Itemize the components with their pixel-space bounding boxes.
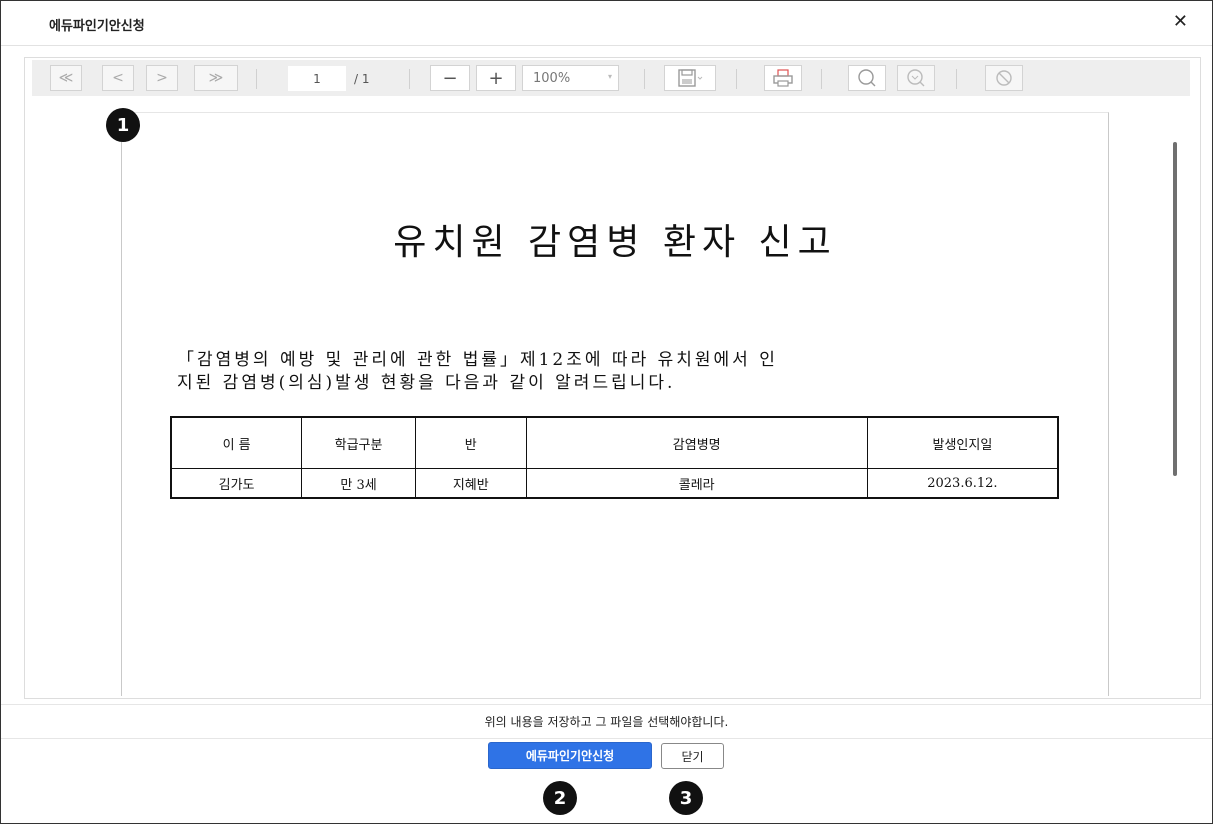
dialog-titlebar: 에듀파인기안신청 ✕ (1, 1, 1212, 46)
document-page: 유치원 감염병 환자 신고 「감염병의 예방 및 관리에 관한 법률」제12조에… (121, 112, 1109, 696)
table-header-row: 이 름 학급구분 반 감염병명 발생인지일 (170, 416, 1059, 469)
total-pages-label: / 1 (354, 71, 370, 86)
zoom-value: 100% (533, 70, 571, 86)
toolbar-divider (644, 69, 645, 89)
print-button[interactable] (764, 65, 802, 91)
current-page-input[interactable]: 1 (288, 66, 346, 91)
table-cell: 지혜반 (414, 468, 527, 499)
toolbar-divider (736, 69, 737, 89)
double-chevron-right-icon: ≫ (208, 70, 224, 86)
zoom-in-button[interactable]: + (476, 65, 516, 91)
paragraph-line: 지된 감염병(의심)발생 현황을 다음과 같이 알려드립니다. (177, 373, 676, 393)
next-page-button[interactable]: > (146, 65, 178, 91)
column-header: 발생인지일 (866, 416, 1059, 469)
document-title: 유치원 감염병 환자 신고 (393, 222, 837, 263)
paragraph-line: 「감염병의 예방 및 관리에 관한 법률」제12조에 따라 유치원에서 인 (177, 350, 778, 370)
document-paragraph: 「감염병의 예방 및 관리에 관한 법률」제12조에 따라 유치원에서 인 지된… (177, 349, 1037, 395)
close-icon[interactable]: ✕ (1173, 11, 1188, 32)
table-cell: 김가도 (170, 468, 303, 499)
vertical-scrollbar[interactable] (1173, 142, 1177, 476)
chevron-left-icon: < (112, 70, 124, 86)
plus-icon: + (488, 67, 504, 89)
print-icon (773, 69, 793, 87)
search-next-icon (907, 69, 925, 87)
save-button[interactable] (664, 65, 716, 91)
edufine-dialog: 에듀파인기안신청 ✕ ≪ < > ≫ 1 / 1 − + 100% ▾ 유치원 … (0, 0, 1213, 824)
table-cell: 만 3세 (301, 468, 416, 499)
column-header: 감염병명 (525, 416, 868, 469)
column-header: 학급구분 (301, 416, 416, 469)
edufine-submit-button[interactable]: 에듀파인기안신청 (488, 742, 652, 769)
close-button[interactable]: 닫기 (661, 743, 724, 769)
save-notice: 위의 내용을 저장하고 그 파일을 선택해야합니다. (484, 715, 729, 729)
step-marker-3: 3 (669, 781, 703, 815)
double-chevron-left-icon: ≪ (58, 70, 74, 86)
step-marker-1: 1 (106, 108, 140, 142)
save-icon (678, 69, 703, 87)
toolbar-divider (821, 69, 822, 89)
toolbar-divider (409, 69, 410, 89)
find-button[interactable] (848, 65, 886, 91)
toolbar-divider (956, 69, 957, 89)
prev-page-button[interactable]: < (102, 65, 134, 91)
zoom-select[interactable]: 100% ▾ (522, 65, 619, 91)
find-next-button[interactable] (897, 65, 935, 91)
first-page-button[interactable]: ≪ (50, 65, 82, 91)
step-marker-2: 2 (543, 781, 577, 815)
report-viewer: ≪ < > ≫ 1 / 1 − + 100% ▾ 유치원 감염병 환자 신고 「… (24, 57, 1201, 699)
dialog-title: 에듀파인기안신청 (49, 19, 145, 34)
zoom-out-button[interactable]: − (430, 65, 470, 91)
column-header: 이 름 (170, 416, 303, 469)
column-header: 반 (414, 416, 527, 469)
table-row: 김가도 만 3세 지혜반 콜레라 2023.6.12. (170, 468, 1059, 499)
table-cell: 콜레라 (525, 468, 868, 499)
cancel-button[interactable] (985, 65, 1023, 91)
patient-table: 이 름 학급구분 반 감염병명 발생인지일 김가도 만 3세 지혜반 콜레라 2… (170, 416, 1059, 499)
table-cell: 2023.6.12. (866, 468, 1059, 499)
chevron-down-icon: ▾ (607, 72, 612, 81)
minus-icon: − (442, 67, 458, 89)
divider (1, 704, 1212, 705)
viewer-toolbar: ≪ < > ≫ 1 / 1 − + 100% ▾ (32, 60, 1190, 96)
last-page-button[interactable]: ≫ (194, 65, 238, 91)
document-viewport[interactable]: 유치원 감염병 환자 신고 「감염병의 예방 및 관리에 관한 법률」제12조에… (25, 98, 1185, 696)
no-icon (996, 70, 1012, 86)
chevron-right-icon: > (156, 70, 168, 86)
divider (1, 738, 1212, 739)
toolbar-divider (256, 69, 257, 89)
search-icon (858, 69, 876, 87)
current-page-value: 1 (313, 71, 321, 86)
